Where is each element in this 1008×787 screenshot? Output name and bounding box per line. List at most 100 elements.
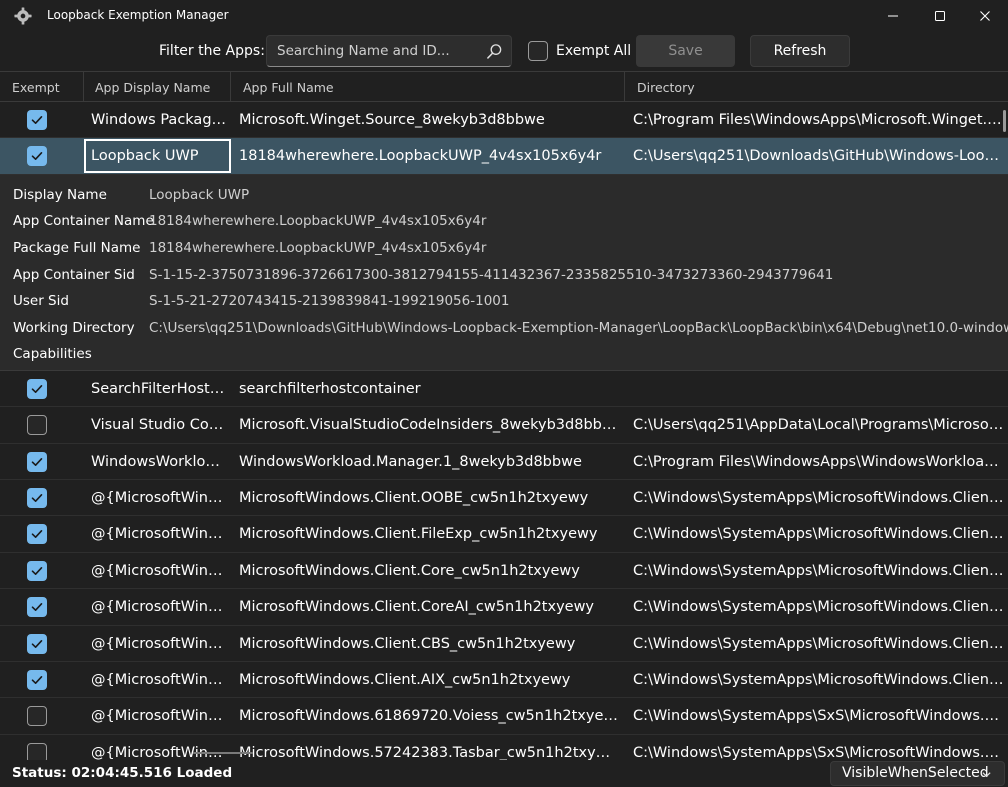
table-row[interactable]: @{MicrosoftWind... MicrosoftWindows.61869…	[0, 698, 1008, 735]
checkmark-icon	[31, 384, 43, 393]
app-full-name-cell: MicrosoftWindows.61869720.Voiess_cw5n1h2…	[239, 708, 619, 725]
app-display-name-cell: @{MicrosoftWind...	[91, 599, 227, 616]
table-row[interactable]: WindowsWorkloa... WindowsWorkload.Manager…	[0, 444, 1008, 480]
exempt-checkbox[interactable]	[27, 487, 47, 508]
directory-cell: C:\Program Files\WindowsApps\Microsoft.W…	[633, 112, 1005, 128]
apps-grid[interactable]: Windows Package... Microsoft.Winget.Sourc…	[0, 102, 1008, 760]
detail-line: Working Directory C:\Users\qq251\Download…	[0, 316, 1008, 343]
table-row[interactable]: @{MicrosoftWind... MicrosoftWindows.Clien…	[0, 626, 1008, 662]
app-full-name-cell: Microsoft.VisualStudioCodeInsiders_8weky…	[239, 417, 619, 434]
exempt-all-box[interactable]	[528, 41, 548, 61]
exempt-checkbox[interactable]	[27, 633, 47, 654]
close-button[interactable]	[962, 0, 1008, 32]
exempt-checkbox[interactable]	[27, 524, 47, 545]
exempt-all-checkbox[interactable]: Exempt All	[528, 41, 631, 61]
detail-line: Capabilities	[0, 342, 1008, 369]
table-row[interactable]: @{MicrosoftWind... MicrosoftWindows.57242…	[0, 735, 1008, 760]
directory-cell: C:\Windows\SystemApps\MicrosoftWindows.C…	[633, 489, 1005, 506]
directory-cell: C:\Windows\SystemApps\MicrosoftWindows.C…	[633, 635, 1005, 652]
table-row[interactable]: @{MicrosoftWind... MicrosoftWindows.Clien…	[0, 553, 1008, 590]
title-bar: Loopback Exemption Manager	[0, 0, 1008, 32]
app-display-name-cell: @{MicrosoftWind...	[91, 671, 227, 688]
exempt-checkbox[interactable]	[27, 706, 47, 727]
checkmark-icon	[31, 493, 43, 502]
vertical-scrollbar-thumb[interactable]	[1003, 110, 1006, 132]
directory-cell: C:\Windows\SystemApps\MicrosoftWindows.C…	[633, 599, 1005, 616]
checkmark-icon	[31, 530, 43, 539]
column-header-directory[interactable]: Directory	[637, 80, 695, 95]
exempt-checkbox[interactable]	[27, 378, 47, 399]
directory-cell	[633, 371, 1005, 407]
search-box[interactable]	[266, 35, 512, 67]
table-row[interactable]: @{MicrosoftWind... MicrosoftWindows.Clien…	[0, 516, 1008, 553]
detail-value: 18184wherewhere.LoopbackUWP_4v4sx105x6y4…	[149, 213, 487, 230]
app-window: Loopback Exemption Manager Filter the Ap…	[0, 0, 1008, 787]
checkmark-icon	[31, 116, 43, 124]
detail-label: Display Name	[13, 186, 107, 203]
checkmark-icon	[31, 603, 43, 612]
column-header-exempt[interactable]: Exempt	[12, 80, 60, 95]
app-full-name-cell: MicrosoftWindows.Client.AIX_cw5n1h2txyew…	[239, 671, 571, 688]
app-display-name-cell: Visual Studio Cod...	[91, 417, 227, 434]
detail-label: Package Full Name	[13, 239, 141, 256]
app-gear-icon	[14, 7, 32, 25]
maximize-button[interactable]	[917, 0, 963, 32]
focused-cell-outline	[84, 139, 231, 174]
table-row[interactable]: Visual Studio Cod... Microsoft.VisualStud…	[0, 407, 1008, 444]
column-header-full-name[interactable]: App Full Name	[243, 80, 334, 95]
close-icon	[980, 11, 990, 21]
save-button[interactable]: Save	[636, 35, 735, 67]
search-icon[interactable]	[486, 43, 503, 60]
app-display-name-cell: @{MicrosoftWind...	[91, 526, 227, 543]
exempt-checkbox[interactable]	[27, 110, 47, 130]
detail-line: User Sid S-1-5-21-2720743415-2139839841-1…	[0, 289, 1008, 316]
exempt-checkbox[interactable]	[27, 560, 47, 581]
refresh-button[interactable]: Refresh	[750, 35, 850, 67]
app-full-name-cell: MicrosoftWindows.Client.FileExp_cw5n1h2t…	[239, 526, 598, 543]
checkmark-icon	[31, 566, 43, 575]
app-display-name-cell: @{MicrosoftWind...	[91, 489, 227, 506]
exempt-checkbox[interactable]	[27, 451, 47, 472]
checkmark-icon	[31, 639, 43, 648]
exempt-checkbox[interactable]	[27, 597, 47, 618]
detail-line: Display Name Loopback UWP	[0, 183, 1008, 210]
detail-label: Capabilities	[13, 346, 92, 363]
details-visibility-dropdown[interactable]: VisibleWhenSelected	[830, 761, 1005, 786]
app-full-name-cell: MicrosoftWindows.57242383.Tasbar_cw5n1h2…	[239, 744, 619, 760]
app-full-name-cell: MicrosoftWindows.Client.Core_cw5n1h2txye…	[239, 562, 580, 579]
detail-value: 18184wherewhere.LoopbackUWP_4v4sx105x6y4…	[149, 239, 487, 256]
table-row[interactable]: Loopback UWP 18184wherewhere.LoopbackUWP_…	[0, 138, 1008, 175]
column-divider[interactable]	[230, 72, 231, 102]
maximize-icon	[935, 11, 945, 21]
app-display-name-cell: Windows Package...	[91, 112, 227, 128]
exempt-checkbox[interactable]	[27, 742, 47, 760]
minimize-button[interactable]	[870, 0, 916, 32]
directory-cell: C:\Users\qq251\Downloads\GitHub\Windows-…	[633, 148, 1005, 165]
detail-label: Working Directory	[13, 319, 135, 336]
table-row[interactable]: SearchFilterHostC... searchfilterhostcont…	[0, 371, 1008, 408]
table-row[interactable]: @{MicrosoftWind... MicrosoftWindows.Clien…	[0, 480, 1008, 517]
directory-cell: C:\Windows\SystemApps\MicrosoftWindows.C…	[633, 526, 1005, 543]
table-row[interactable]: Windows Package... Microsoft.Winget.Sourc…	[0, 102, 1008, 139]
exempt-checkbox[interactable]	[27, 669, 47, 690]
filter-label: Filter the Apps:	[159, 43, 265, 59]
app-display-name-cell: @{MicrosoftWind...	[91, 744, 227, 760]
directory-cell: C:\Windows\SystemApps\MicrosoftWindows.C…	[633, 562, 1005, 579]
window-title: Loopback Exemption Manager	[47, 8, 229, 22]
app-full-name-cell: MicrosoftWindows.Client.CoreAI_cw5n1h2tx…	[239, 599, 595, 616]
column-header-display-name[interactable]: App Display Name	[95, 80, 210, 95]
app-full-name-cell: MicrosoftWindows.Client.OOBE_cw5n1h2txye…	[239, 489, 589, 506]
minimize-icon	[888, 15, 898, 17]
horizontal-scrollbar-thumb[interactable]	[193, 752, 253, 754]
status-bar: Status: 02:04:45.516 Loaded VisibleWhenS…	[0, 760, 1008, 787]
table-row[interactable]: @{MicrosoftWind... MicrosoftWindows.Clien…	[0, 589, 1008, 626]
exempt-checkbox[interactable]	[27, 146, 47, 167]
detail-label: User Sid	[13, 293, 69, 310]
directory-cell: C:\Windows\SystemApps\SxS\MicrosoftWindo…	[633, 708, 1005, 725]
column-divider[interactable]	[624, 72, 625, 102]
table-row[interactable]: @{MicrosoftWind... MicrosoftWindows.Clien…	[0, 662, 1008, 699]
search-input[interactable]	[277, 36, 477, 66]
exempt-checkbox[interactable]	[27, 415, 47, 436]
column-divider[interactable]	[83, 72, 84, 102]
app-display-name-cell: SearchFilterHostC...	[91, 380, 227, 397]
